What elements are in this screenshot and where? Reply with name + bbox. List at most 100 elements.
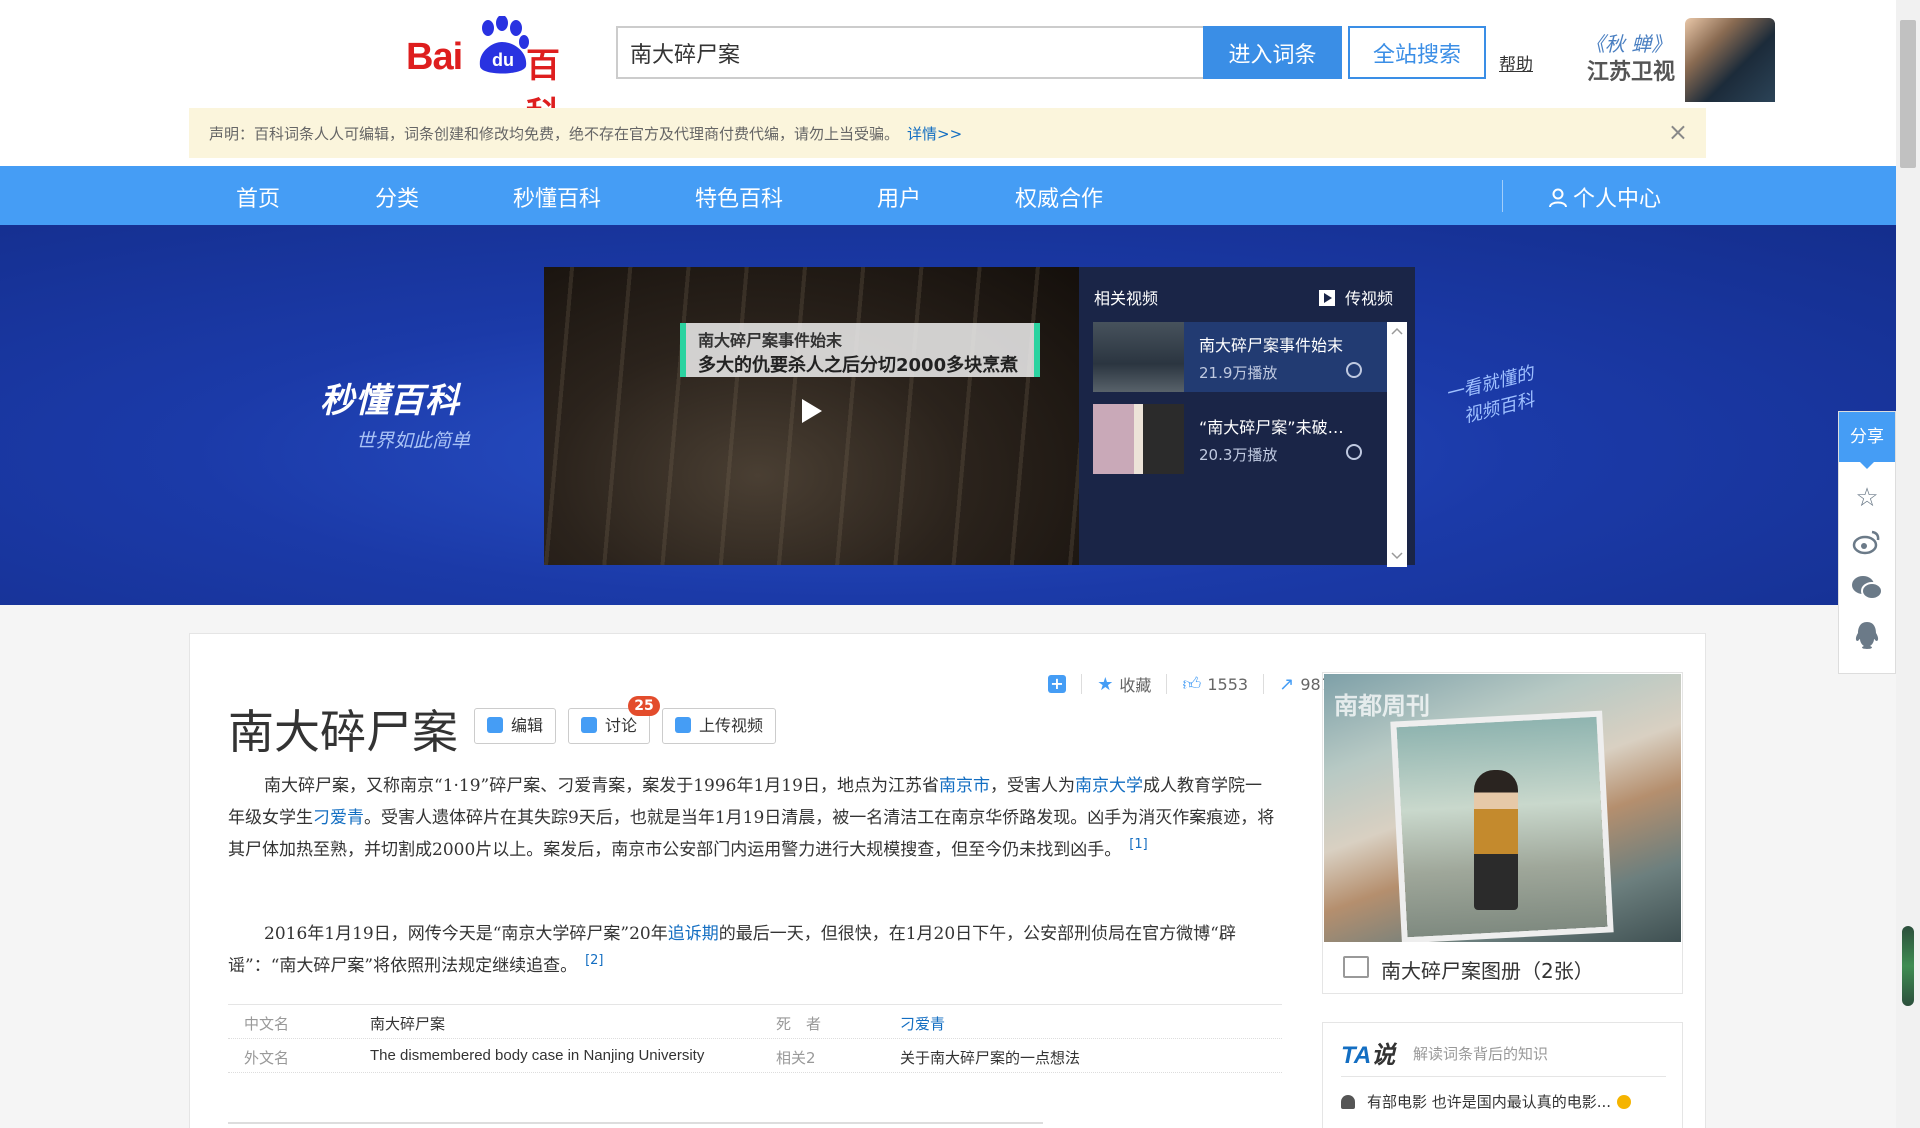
album-caption-text: 南大碎尸案图册（2张） <box>1381 959 1594 983</box>
related-video-title: “南大碎尸案”未破，有人对凶手… <box>1199 418 1349 437</box>
user-icon <box>1549 188 1567 208</box>
related-video-title: 南大碎尸案事件始末 <box>1199 336 1344 355</box>
like-button[interactable]: 👍︎ 1553 <box>1183 673 1249 695</box>
upload-video-label: 上传视频 <box>699 716 764 735</box>
close-icon[interactable]: × <box>1668 118 1688 146</box>
notice-text: 声明：百科词条人人可编辑，词条创建和修改均免费，绝不存在官方及代理商付费代编，请… <box>209 125 900 143</box>
info-row: 外文名 The dismembered body case in Nanjing… <box>228 1039 1282 1073</box>
user-center-label: 个人中心 <box>1573 187 1662 212</box>
related-videos-panel: 相关视频 传视频 南大碎尸案事件始末 21.9万播放 “南大碎尸案”未破，有人对… <box>1079 267 1415 567</box>
link-limitation-period[interactable]: 追诉期 <box>668 924 719 944</box>
site-search-button[interactable]: 全站搜索 <box>1348 26 1486 79</box>
logo-du: du <box>492 50 514 70</box>
info-row: 中文名 南大碎尸案 死 者 刁爱青 <box>228 1005 1282 1039</box>
article-container: + ★ 收藏 👍︎ 1553 ↗ 987 南大碎尸案 编辑 讨论 25 上传视频 南大… <box>189 633 1706 1128</box>
share-icon[interactable] <box>1346 362 1362 378</box>
video-thumbnail <box>1093 404 1184 474</box>
author-icon <box>1341 1095 1355 1109</box>
search-input[interactable] <box>616 26 1203 79</box>
upload-video-button[interactable]: 上传视频 <box>662 708 777 744</box>
play-icon[interactable] <box>802 399 822 423</box>
link-nanjing-city[interactable]: 南京市 <box>939 776 990 796</box>
related-video-item[interactable]: 南大碎尸案事件始末 21.9万播放 <box>1093 322 1389 392</box>
share-icon[interactable] <box>1346 444 1362 460</box>
help-link[interactable]: 帮助 <box>1499 50 1533 75</box>
miaodong-slogan: 世界如此简单 <box>356 430 471 452</box>
handwrite-tagline: 一看就懂的 视频百科 <box>1443 361 1543 433</box>
discuss-count-badge: 25 <box>628 696 660 716</box>
nav-item-partners[interactable]: 权威合作 <box>1015 181 1103 213</box>
info-key: 相关2 <box>776 1049 816 1067</box>
wechat-icon[interactable] <box>1851 574 1883 606</box>
edit-button[interactable]: 编辑 <box>474 708 557 744</box>
miaodong-brand: 秒懂百科 世界如此简单 <box>320 373 470 453</box>
info-key: 死 者 <box>776 1015 822 1033</box>
info-value: 南大碎尸案 <box>370 1015 446 1033</box>
photo-watermark: 南都周刊 <box>1334 692 1430 720</box>
ta-says-logo: TA说 <box>1341 1042 1396 1069</box>
nav-divider <box>1502 180 1503 212</box>
promo-banner[interactable]: 《秋 蝉》 江苏卫视 <box>1585 18 1775 102</box>
video-icon <box>675 717 691 733</box>
nav-item-users[interactable]: 用户 <box>877 181 921 213</box>
related-videos-scrollbar[interactable] <box>1387 322 1407 567</box>
favorite-label: 收藏 <box>1119 676 1152 695</box>
catalog-divider <box>228 1122 1043 1124</box>
page-scrollbar-thumb[interactable] <box>1900 20 1916 168</box>
reference-1[interactable]: [1] <box>1129 837 1147 852</box>
weibo-shape <box>1852 530 1880 555</box>
video-caption-line-2: 多大的仇要杀人之后分切2000多块烹煮 <box>698 355 1019 376</box>
upload-video-link[interactable]: 传视频 <box>1318 285 1393 309</box>
info-value-link[interactable]: 刁爱青 <box>900 1013 945 1034</box>
weibo-icon[interactable] <box>1851 528 1883 560</box>
link-victim[interactable]: 刁爱青 <box>313 808 364 828</box>
promo-channel: 江苏卫视 <box>1587 60 1676 85</box>
add-icon[interactable]: + <box>1048 675 1066 693</box>
baidu-baike-logo[interactable]: Bai du 百科 <box>406 16 592 135</box>
page-scrollbar[interactable] <box>1896 0 1920 1128</box>
nav-item-home[interactable]: 首页 <box>236 181 280 213</box>
discuss-label: 讨论 <box>605 716 638 735</box>
chevron-down-icon[interactable] <box>1387 549 1407 563</box>
page-title: 南大碎尸案 <box>228 705 458 759</box>
floating-widget-icon[interactable] <box>1902 926 1914 1006</box>
video-player[interactable]: 南大碎尸案事件始末 多大的仇要杀人之后分切2000多块烹煮 <box>544 267 1079 565</box>
video-caption: 南大碎尸案事件始末 多大的仇要杀人之后分切2000多块烹煮 <box>680 323 1040 377</box>
notice-more-link[interactable]: 详情>> <box>907 125 962 143</box>
reference-2[interactable]: [2] <box>585 953 603 968</box>
album-photo[interactable]: 南都周刊 <box>1324 674 1681 942</box>
ta-says-item-text: 有部电影 也许是国内最认真的电影... <box>1367 1093 1612 1111</box>
nav-item-miaodong[interactable]: 秒懂百科 <box>513 181 601 213</box>
video-caption-line-1: 南大碎尸案事件始末 <box>698 331 843 350</box>
miaodong-logo: 秒懂百科 <box>320 381 460 421</box>
related-video-plays: 20.3万播放 <box>1199 446 1278 464</box>
main-nav: 首页 分类 秒懂百科 特色百科 用户 权威合作 个人中心 <box>0 166 1896 225</box>
favorite-button[interactable]: ★ 收藏 <box>1097 672 1151 696</box>
upload-video-label: 传视频 <box>1344 289 1393 308</box>
nav-item-category[interactable]: 分类 <box>375 181 419 213</box>
info-key: 外文名 <box>244 1049 290 1067</box>
enter-entry-button[interactable]: 进入词条 <box>1203 26 1342 79</box>
related-video-item[interactable]: “南大碎尸案”未破，有人对凶手… 20.3万播放 <box>1093 404 1389 474</box>
video-icon <box>1318 290 1335 306</box>
logo-bai: Bai <box>406 36 463 78</box>
album-card[interactable]: 南都周刊 南大碎尸案图册（2张） <box>1322 672 1683 994</box>
info-key: 中文名 <box>244 1015 290 1033</box>
summary-paragraph-2: 2016年1月19日，网传今天是“南京大学碎尸案”20年追诉期的最后一天，但很快… <box>228 924 1236 976</box>
share-sidebar: 分享 ☆ <box>1838 411 1896 674</box>
video-banner: 秒懂百科 世界如此简单 一看就懂的 视频百科 南大碎尸案事件始末 多大的仇要杀人… <box>0 225 1896 605</box>
baidu-paw-icon: du <box>479 16 529 74</box>
video-thumbnail <box>1093 322 1184 392</box>
nav-item-featured[interactable]: 特色百科 <box>695 181 783 213</box>
link-nanjing-university[interactable]: 南京大学 <box>1075 776 1143 796</box>
related-video-plays: 21.9万播放 <box>1199 364 1278 382</box>
basic-info-table: 中文名 南大碎尸案 死 者 刁爱青 外文名 The dismembered bo… <box>228 1004 1282 1073</box>
album-caption[interactable]: 南大碎尸案图册（2张） <box>1323 943 1682 993</box>
gallery-icon <box>1343 956 1369 978</box>
qzone-star-icon[interactable]: ☆ <box>1851 482 1883 514</box>
qq-shape <box>1855 622 1879 649</box>
nav-item-user-center[interactable]: 个人中心 <box>1549 181 1661 213</box>
qq-icon[interactable] <box>1851 620 1883 652</box>
chevron-up-icon[interactable] <box>1387 324 1407 338</box>
ta-says-item[interactable]: 有部电影 也许是国内最认真的电影... <box>1341 1091 1671 1112</box>
